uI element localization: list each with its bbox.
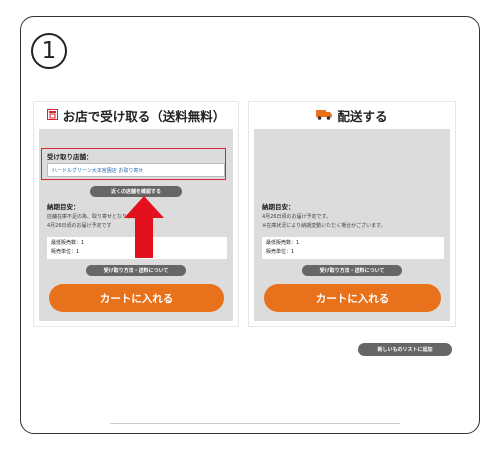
delivery-line-1: 4月26日頃のお届け予定です。 [262, 214, 332, 220]
add-to-wishlist-button[interactable]: 新しいものリストに追加 [358, 343, 452, 356]
divider [110, 423, 400, 424]
delivery-title: 配送する [249, 105, 455, 125]
add-to-cart-button[interactable]: カートに入れる [49, 284, 224, 312]
min-qty: 最低販売数：1 [266, 240, 300, 246]
step-number: 1 [31, 33, 67, 69]
delivery-title-text: 配送する [337, 108, 388, 124]
pickup-method-button[interactable]: 受け取り方法・送料について [86, 265, 186, 276]
store-pickup-title-text: お店で受け取る（送料無料） [62, 108, 226, 124]
delivery-line-2: ※在庫状況により納期変動いただく場合がございます。 [262, 223, 386, 229]
delivery-method-button[interactable]: 受け取り方法・送料について [302, 265, 402, 276]
delivery-card: 配送する 納期目安： 4月26日頃のお届け予定です。 ※在庫状況により納期変動い… [248, 101, 456, 327]
store-icon [46, 108, 58, 123]
sales-unit: 販売単位：1 [266, 249, 295, 255]
sales-unit: 販売単位：1 [51, 249, 80, 255]
delivery-estimate-label: 納期目安： [262, 203, 295, 211]
delivery-panel: 納期目安： 4月26日頃のお届け予定です。 ※在庫状況により納期変動いただく場合… [254, 129, 450, 321]
quantity-info-box: 最低販売数：1 販売単位：1 [262, 237, 444, 259]
min-qty: 最低販売数：1 [51, 240, 85, 246]
delivery-estimate-label: 納期目安： [47, 203, 80, 211]
truck-icon [316, 108, 333, 123]
store-pickup-title: お店で受け取る（送料無料） [34, 105, 238, 125]
add-to-cart-button[interactable]: カートに入れる [264, 284, 441, 312]
delivery-line-2: 4月26日頃のお届け予定です [47, 223, 112, 229]
highlight-box [41, 148, 226, 180]
red-arrow-icon [124, 196, 164, 258]
